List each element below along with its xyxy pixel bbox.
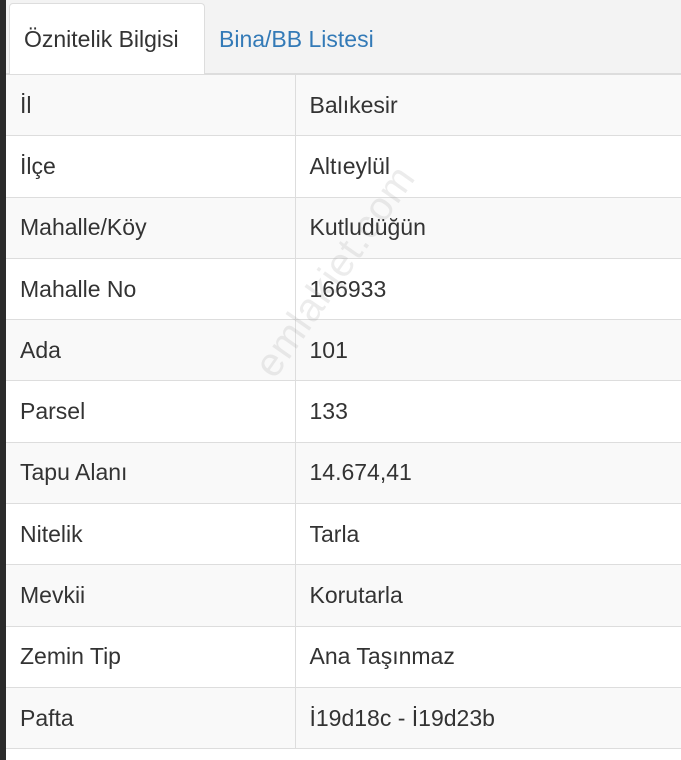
row-value: 166933 <box>295 257 681 321</box>
table-row: Mahalle/Köy Kutludüğün <box>6 196 681 259</box>
row-key: Mevkii <box>6 564 296 627</box>
table-row: Parsel 133 <box>6 380 681 443</box>
row-value: Ana Taşınmaz <box>295 625 681 688</box>
row-key: İlçe <box>6 135 296 198</box>
tab-attribute-info[interactable]: Öznitelik Bilgisi <box>9 3 205 75</box>
table-row: İlçe Altıeylül <box>6 135 681 198</box>
row-value: 14.674,41 <box>295 441 681 505</box>
row-value: Tarla <box>295 503 681 566</box>
table-row: Mevkii Korutarla <box>6 564 681 627</box>
table-row: İl Balıkesir <box>6 73 681 137</box>
row-value: İ19d18c - İ19d23b <box>295 686 681 750</box>
table-row: Pafta İ19d18c - İ19d23b <box>6 686 681 750</box>
row-value: Altıeylül <box>295 135 681 198</box>
row-key: İl <box>6 73 296 137</box>
row-key: Pafta <box>6 686 296 750</box>
row-key: Parsel <box>6 380 296 443</box>
row-value: Balıkesir <box>295 73 681 137</box>
row-key: Nitelik <box>6 503 296 566</box>
attribute-table: İl Balıkesir İlçe Altıeylül Mahalle/Köy … <box>6 73 681 750</box>
table-row: Tapu Alanı 14.674,41 <box>6 441 681 505</box>
row-value: Kutludüğün <box>295 196 681 259</box>
row-key: Ada <box>6 319 296 382</box>
tab-bar: Öznitelik Bilgisi Bina/BB Listesi <box>6 0 681 75</box>
tab-building-list[interactable]: Bina/BB Listesi <box>205 3 388 75</box>
attribute-panel: Öznitelik Bilgisi Bina/BB Listesi İl Bal… <box>6 0 681 760</box>
row-key: Mahalle No <box>6 257 296 321</box>
row-key: Tapu Alanı <box>6 441 296 505</box>
row-value: 101 <box>295 319 681 382</box>
row-value: Korutarla <box>295 564 681 627</box>
table-row: Nitelik Tarla <box>6 503 681 566</box>
table-row: Zemin Tip Ana Taşınmaz <box>6 625 681 688</box>
row-value: 133 <box>295 380 681 443</box>
table-row: Ada 101 <box>6 319 681 382</box>
row-key: Zemin Tip <box>6 625 296 688</box>
row-key: Mahalle/Köy <box>6 196 296 259</box>
table-row: Mahalle No 166933 <box>6 257 681 321</box>
